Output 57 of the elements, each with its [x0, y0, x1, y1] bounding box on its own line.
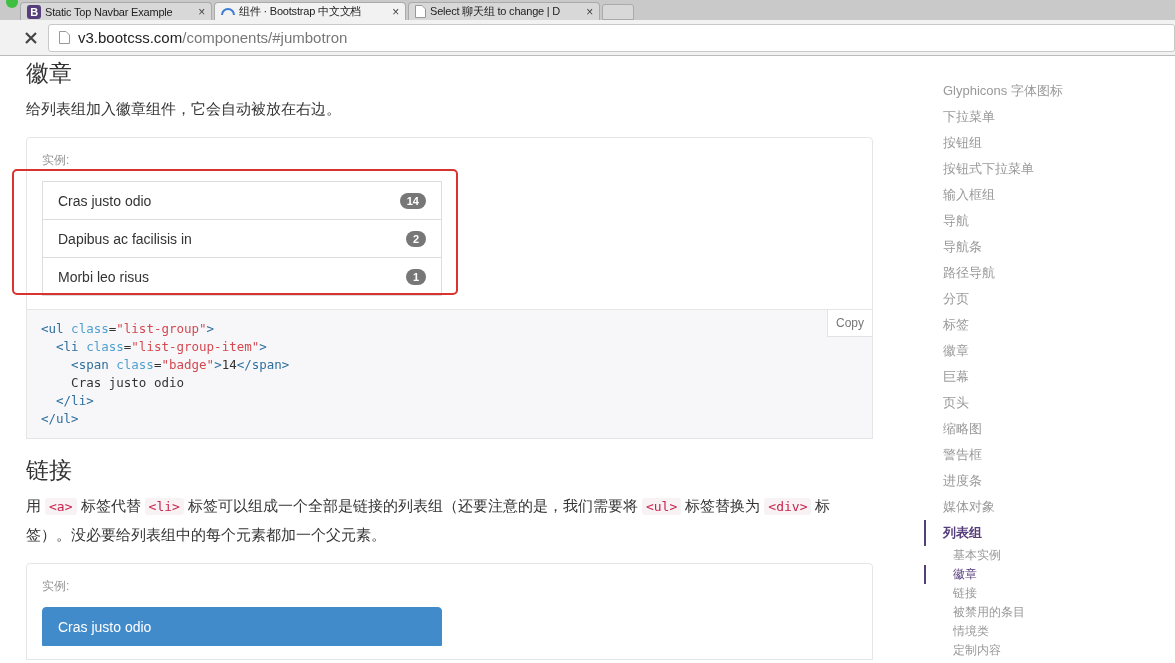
- bootstrap-logo: B: [27, 4, 41, 19]
- section-heading: 链接: [26, 456, 73, 485]
- sidebar-sublink[interactable]: 基本实例: [924, 546, 1143, 565]
- list-group-link[interactable]: Cras justo odio: [42, 607, 442, 646]
- page-icon: [59, 31, 70, 44]
- count-badge: 1: [405, 268, 426, 285]
- loading-spinner-icon: [221, 7, 235, 16]
- sidebar-link[interactable]: 页头: [924, 390, 1143, 416]
- sidebar-sublink[interactable]: 链接: [924, 584, 1143, 603]
- sidebar-link[interactable]: 警告框: [924, 442, 1143, 468]
- sidebar-link[interactable]: 标签: [924, 312, 1143, 338]
- section-heading: 徽章: [26, 59, 73, 88]
- code-line: </li>: [55, 392, 94, 410]
- sidebar-link[interactable]: 路径导航: [924, 260, 1143, 286]
- close-icon[interactable]: ×: [392, 4, 399, 19]
- sidebar-link[interactable]: 导航: [924, 208, 1143, 234]
- close-icon[interactable]: ×: [586, 4, 593, 19]
- sidebar-sublink[interactable]: 徽章: [924, 565, 1143, 584]
- example-label: 实例:: [42, 578, 71, 595]
- page-icon: [415, 5, 426, 18]
- sidebar-sublink[interactable]: 情境类: [924, 622, 1143, 641]
- count-badge: 14: [399, 192, 426, 209]
- code-line: Cras justo odio: [70, 374, 184, 392]
- copy-button[interactable]: Copy: [827, 310, 872, 337]
- sidebar-link[interactable]: 按钮式下拉菜单: [924, 156, 1143, 182]
- browser-tab[interactable]: 组件 · Bootstrap 中文文档 ×: [214, 2, 406, 20]
- sidebar-sublink[interactable]: 被禁用的条目: [924, 603, 1143, 622]
- new-tab-button[interactable]: [602, 4, 634, 20]
- section-description: 用 <a> 标签代替 <li> 标签可以组成一个全部是链接的列表组（还要注意的是，我们需要将 <ul> 标签替换为 <div> 标签）。没必要给列表组中的每个元素都加一个父元素。: [26, 497, 832, 545]
- sidebar-link[interactable]: 进度条: [924, 468, 1143, 494]
- count-badge: 2: [405, 230, 426, 247]
- item-text: Dapibus ac facilisis in: [58, 230, 192, 247]
- code-line: <span class="badge">14</span>: [70, 356, 290, 374]
- sidebar-link[interactable]: 下拉菜单: [924, 104, 1143, 130]
- section-description: 给列表组加入徽章组件，它会自动被放在右边。: [26, 100, 342, 119]
- sidebar-link[interactable]: 徽章: [924, 338, 1143, 364]
- sidebar-link[interactable]: 分页: [924, 286, 1143, 312]
- stop-icon[interactable]: [24, 30, 38, 45]
- sidebar-link[interactable]: Glyphicons 字体图标: [924, 78, 1143, 104]
- sidebar-link[interactable]: 列表组: [924, 520, 1143, 546]
- close-icon[interactable]: ×: [198, 4, 205, 19]
- sidebar-link[interactable]: 媒体对象: [924, 494, 1143, 520]
- code-line: </ul>: [41, 410, 79, 428]
- example-label: 实例:: [42, 152, 71, 169]
- code-line: <li class="list-group-item">: [55, 338, 267, 356]
- item-text: Cras justo odio: [58, 192, 152, 209]
- sidebar-link[interactable]: 缩略图: [924, 416, 1143, 442]
- url-field[interactable]: v3.bootcss.com/components/#jumbotron: [48, 23, 1175, 52]
- browser-tab[interactable]: B Static Top Navbar Example ×: [20, 2, 212, 20]
- code-line: <ul class="list-group">: [41, 320, 215, 338]
- sidebar-link[interactable]: 导航条: [924, 234, 1143, 260]
- sidebar-sublink[interactable]: 定制内容: [924, 641, 1143, 660]
- sidebar-link[interactable]: 输入框组: [924, 182, 1143, 208]
- item-text: Morbi leo risus: [58, 268, 150, 285]
- sidebar-link[interactable]: 按钮组: [924, 130, 1143, 156]
- browser-tab[interactable]: Select 聊天组 to change | D ×: [408, 2, 600, 20]
- sidebar-link[interactable]: 巨幕: [924, 364, 1143, 390]
